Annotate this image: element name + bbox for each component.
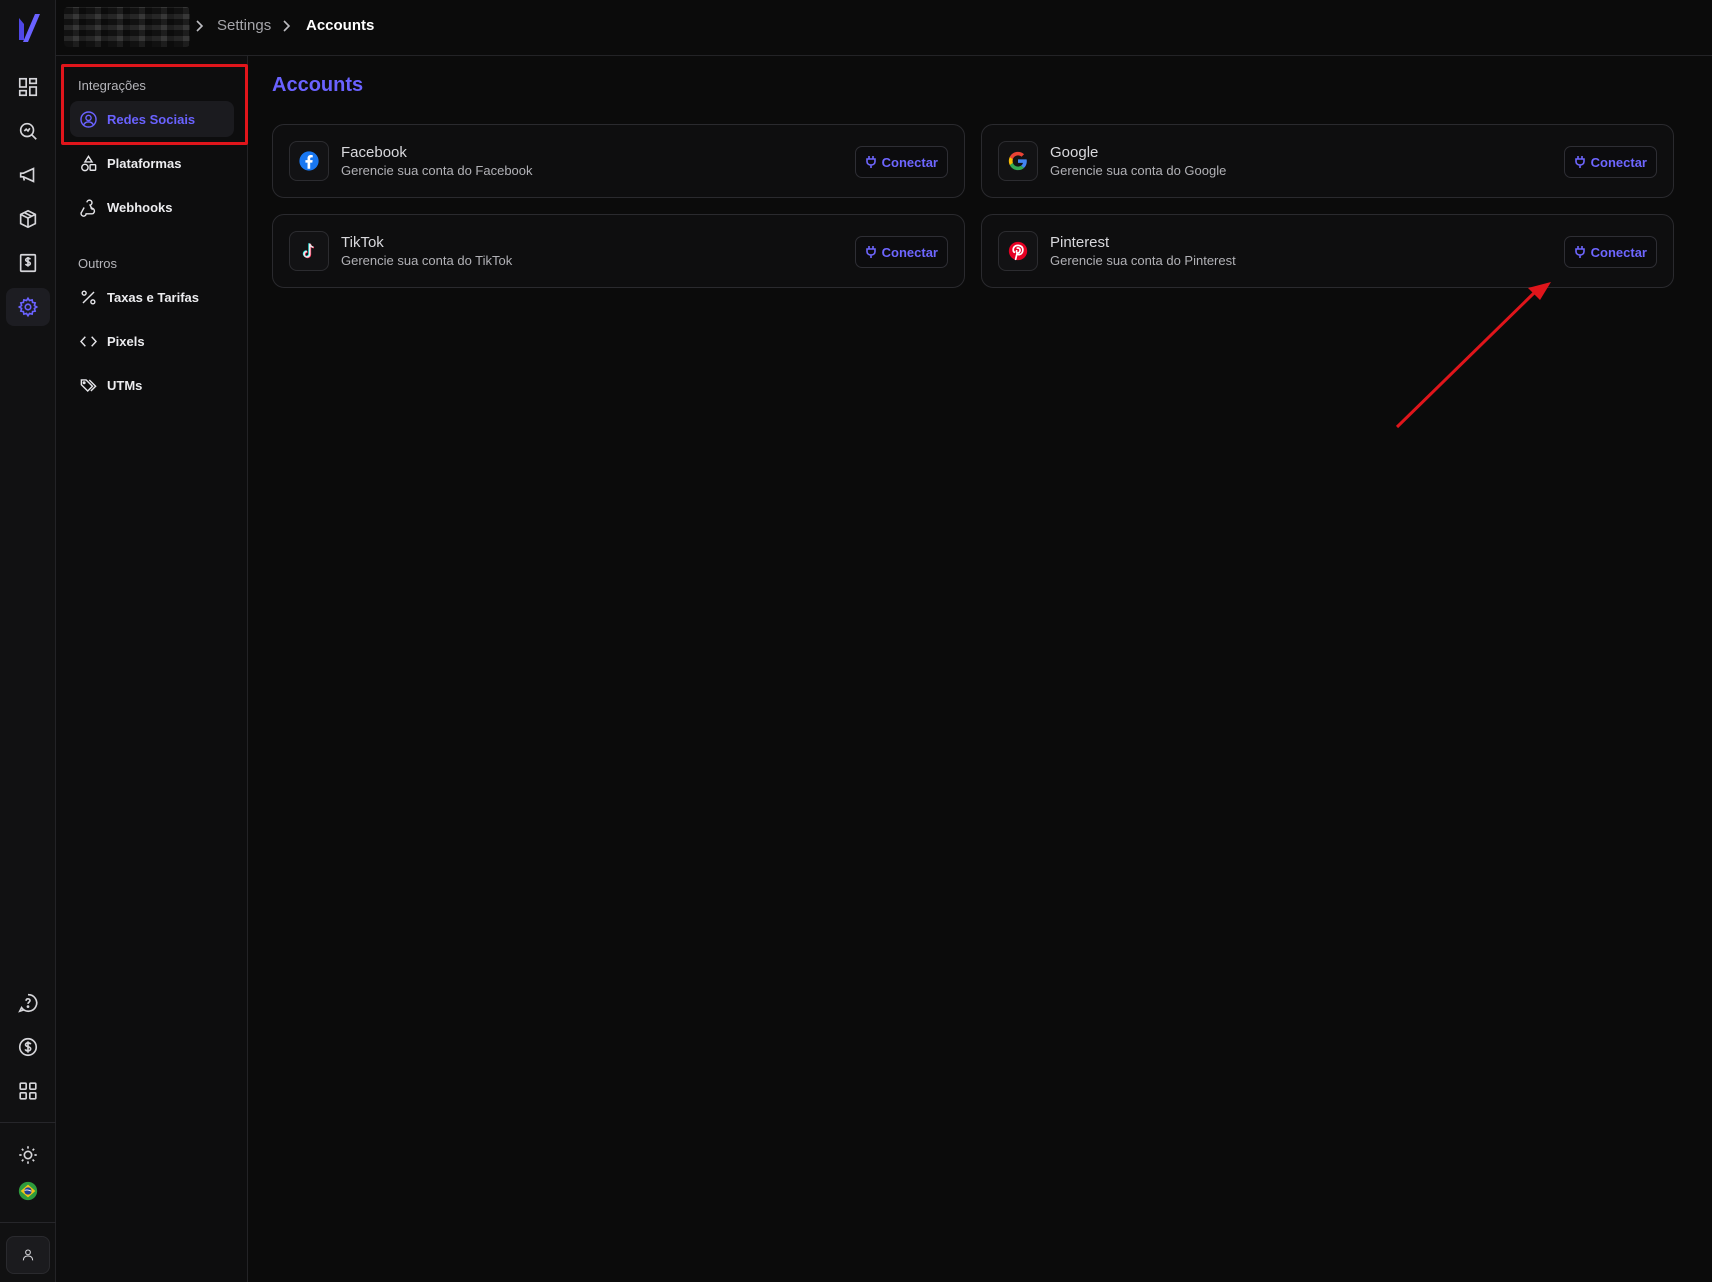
sidebar-item-label: Plataformas <box>107 155 182 171</box>
account-description: Gerencie sua conta do TikTok <box>341 253 513 268</box>
account-name: Pinterest <box>1050 234 1110 251</box>
icon-rail <box>0 0 56 1282</box>
button-label: Conectar <box>881 244 938 260</box>
account-description: Gerencie sua conta do Google <box>1050 163 1227 178</box>
sidebar-item-utms[interactable]: UTMs <box>70 367 234 403</box>
sidebar-item-label: Taxas e Tarifas <box>107 289 200 305</box>
account-description: Gerencie sua conta do Facebook <box>341 163 533 178</box>
apps-grid-icon[interactable] <box>6 1072 50 1110</box>
top-bar: Settings Accounts <box>56 0 1712 56</box>
user-circle-icon <box>80 110 97 128</box>
rail-divider <box>0 1122 56 1123</box>
connect-google-button[interactable]: Conectar <box>1563 146 1657 178</box>
workspace-avatar-blurred[interactable] <box>64 7 190 47</box>
sidebar-item-webhooks[interactable]: Webhooks <box>70 189 234 225</box>
sidebar-item-plataformas[interactable]: Plataformas <box>70 145 234 181</box>
connect-pinterest-button[interactable]: Conectar <box>1563 236 1657 268</box>
settings-sidebar: Integrações Redes Sociais Plataformas We… <box>56 56 248 1282</box>
connect-facebook-button[interactable]: Conectar <box>854 146 948 178</box>
tags-icon <box>80 378 97 392</box>
brazil-flag-icon[interactable] <box>6 1172 50 1210</box>
dashboard-icon[interactable] <box>6 68 50 106</box>
account-card-facebook: Facebook Gerencie sua conta do Facebook … <box>272 124 965 198</box>
breadcrumb-settings[interactable]: Settings <box>217 17 271 34</box>
sidebar-item-label: Redes Sociais <box>107 111 196 127</box>
theme-sun-icon[interactable] <box>6 1136 50 1174</box>
package-icon[interactable] <box>6 200 50 238</box>
help-chat-icon[interactable] <box>6 984 50 1022</box>
plug-icon <box>1574 246 1585 258</box>
account-card-tiktok: TikTok Gerencie sua conta do TikTok Cone… <box>272 214 965 288</box>
plug-icon <box>1574 156 1585 168</box>
plug-icon <box>865 246 876 258</box>
account-name: Facebook <box>341 144 407 161</box>
sidebar-item-pixels[interactable]: Pixels <box>70 323 234 359</box>
shapes-icon <box>81 154 97 171</box>
dollar-circle-icon[interactable] <box>6 1028 50 1066</box>
user-profile-icon[interactable] <box>6 1236 50 1274</box>
account-name: TikTok <box>341 234 384 251</box>
sidebar-item-label: Webhooks <box>107 199 173 215</box>
button-label: Conectar <box>1590 244 1647 260</box>
plug-icon <box>865 156 876 168</box>
app-logo[interactable] <box>8 10 48 46</box>
settings-gear-icon[interactable] <box>6 288 50 326</box>
main-content: Accounts Facebook Gerencie sua conta do … <box>249 56 1712 1282</box>
sidebar-item-redes-sociais[interactable]: Redes Sociais <box>70 101 234 137</box>
percent-icon <box>81 289 96 305</box>
account-description: Gerencie sua conta do Pinterest <box>1050 253 1236 268</box>
pinterest-icon <box>998 231 1038 271</box>
sidebar-item-label: Pixels <box>107 333 145 349</box>
chevron-right-icon <box>283 20 291 32</box>
google-icon <box>998 141 1038 181</box>
connect-tiktok-button[interactable]: Conectar <box>854 236 948 268</box>
button-label: Conectar <box>1590 154 1647 170</box>
facebook-icon <box>289 141 329 181</box>
webhook-icon <box>80 198 96 217</box>
code-icon <box>80 335 97 347</box>
section-label-outros: Outros <box>78 256 118 271</box>
sidebar-item-label: UTMs <box>107 377 143 393</box>
button-label: Conectar <box>881 154 938 170</box>
sidebar-item-taxas-e-tarifas[interactable]: Taxas e Tarifas <box>70 279 234 315</box>
tiktok-icon <box>289 231 329 271</box>
chevron-right-icon <box>196 20 204 32</box>
search-analytics-icon[interactable] <box>6 112 50 150</box>
page-title: Accounts <box>272 74 364 96</box>
billing-icon[interactable] <box>6 244 50 282</box>
account-card-google: Google Gerencie sua conta do Google Cone… <box>981 124 1674 198</box>
section-label-integracoes: Integrações <box>78 78 146 93</box>
account-card-pinterest: Pinterest Gerencie sua conta do Pinteres… <box>981 214 1674 288</box>
megaphone-icon[interactable] <box>6 156 50 194</box>
account-name: Google <box>1050 144 1099 161</box>
breadcrumb-accounts: Accounts <box>306 17 375 34</box>
rail-divider-bottom <box>0 1222 56 1223</box>
